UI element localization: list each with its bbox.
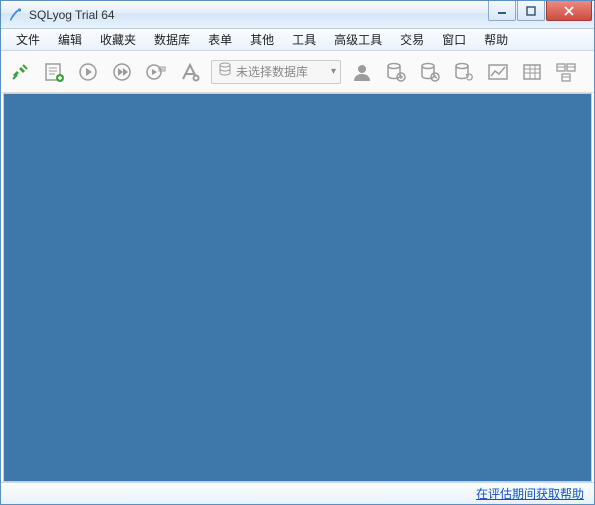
- new-query-icon: [43, 61, 65, 83]
- format-button[interactable]: [177, 59, 203, 85]
- minimize-button[interactable]: [488, 1, 516, 21]
- menubar: 文件 编辑 收藏夹 数据库 表单 其他 工具 高级工具 交易 窗口 帮助: [1, 29, 594, 51]
- menu-database[interactable]: 数据库: [145, 29, 199, 50]
- execute-all-icon: [111, 61, 133, 83]
- schema-icon: [555, 61, 577, 83]
- statusbar: 在评估期间获取帮助: [1, 482, 594, 504]
- connect-icon: [9, 61, 31, 83]
- visual-icon: [487, 61, 509, 83]
- table-icon: [521, 61, 543, 83]
- database-selector-text: 未选择数据库: [236, 63, 327, 80]
- database-selector[interactable]: 未选择数据库 ▾: [211, 60, 341, 84]
- database-icon: [218, 62, 232, 81]
- schema-button[interactable]: [553, 59, 579, 85]
- visual-button[interactable]: [485, 59, 511, 85]
- backup-button[interactable]: [383, 59, 409, 85]
- close-button[interactable]: [546, 1, 592, 21]
- menu-tools[interactable]: 工具: [283, 29, 325, 50]
- execute-button[interactable]: [75, 59, 101, 85]
- execute-all-button[interactable]: [109, 59, 135, 85]
- menu-others[interactable]: 其他: [241, 29, 283, 50]
- menu-powertools[interactable]: 高级工具: [325, 29, 391, 50]
- new-query-button[interactable]: [41, 59, 67, 85]
- toolbar: 未选择数据库 ▾: [1, 51, 594, 93]
- titlebar: SQLyog Trial 64: [1, 1, 594, 29]
- chevron-down-icon: ▾: [331, 66, 336, 77]
- table-button[interactable]: [519, 59, 545, 85]
- content-area: [3, 93, 592, 482]
- window-title: SQLyog Trial 64: [29, 8, 487, 22]
- help-link[interactable]: 在评估期间获取帮助: [476, 485, 584, 502]
- execute-explain-icon: [145, 61, 167, 83]
- backup-icon: [385, 61, 407, 83]
- window-controls: [487, 1, 592, 21]
- app-window: SQLyog Trial 64 文件 编辑 收藏夹 数据库 表单 其他 工具 高…: [0, 0, 595, 505]
- sync-icon: [453, 61, 475, 83]
- menu-help[interactable]: 帮助: [475, 29, 517, 50]
- schedule-icon: [419, 61, 441, 83]
- user-icon: [351, 61, 373, 83]
- execute-explain-button[interactable]: [143, 59, 169, 85]
- menu-edit[interactable]: 编辑: [49, 29, 91, 50]
- menu-window[interactable]: 窗口: [433, 29, 475, 50]
- schedule-button[interactable]: [417, 59, 443, 85]
- connect-button[interactable]: [7, 59, 33, 85]
- menu-file[interactable]: 文件: [7, 29, 49, 50]
- menu-transactions[interactable]: 交易: [391, 29, 433, 50]
- execute-icon: [77, 61, 99, 83]
- menu-favorites[interactable]: 收藏夹: [91, 29, 145, 50]
- menu-table[interactable]: 表单: [199, 29, 241, 50]
- maximize-button[interactable]: [517, 1, 545, 21]
- app-icon: [7, 7, 23, 23]
- format-icon: [179, 61, 201, 83]
- sync-button[interactable]: [451, 59, 477, 85]
- user-manager-button[interactable]: [349, 59, 375, 85]
